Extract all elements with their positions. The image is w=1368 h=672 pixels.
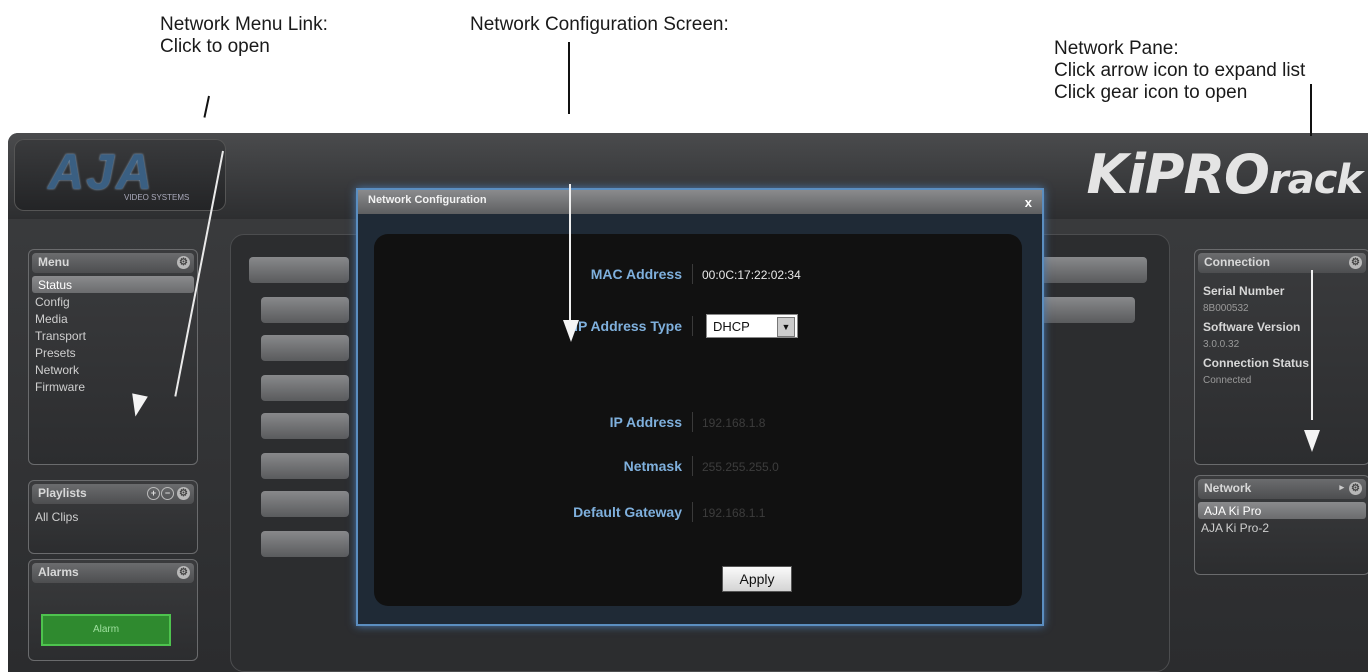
gear-icon[interactable]: ⚙ (177, 566, 190, 579)
content-row (1031, 257, 1147, 283)
connection-status-label: Connection Status (1203, 356, 1310, 370)
serial-number-value: 8B000532 (1203, 303, 1249, 314)
playlists-panel: Playlists + − ⚙ All Clips (28, 480, 198, 554)
menu-panel-header: Menu ⚙ (32, 253, 194, 273)
product-suffix: rack (1268, 157, 1363, 203)
network-pane-header: Network ▸ ⚙ (1198, 479, 1366, 499)
product-logo: KiPROrack (1086, 143, 1363, 206)
network-pane-title: Network (1204, 481, 1252, 495)
menu-panel: Menu ⚙ Status Config Media Transport Pre… (28, 249, 198, 465)
content-row (249, 257, 349, 283)
playlists-title: Playlists (38, 486, 87, 500)
serial-number-label: Serial Number (1203, 284, 1285, 298)
content-row (261, 453, 349, 479)
ip-address-type-select[interactable]: DHCP ▼ (706, 314, 798, 338)
arrowhead (1304, 430, 1320, 452)
connection-panel: Connection ⚙ Serial Number 8B000532 Soft… (1194, 249, 1368, 465)
menu-item-presets[interactable]: Presets (29, 344, 197, 361)
default-gateway-label: Default Gateway (573, 504, 682, 520)
leader-line (568, 42, 570, 114)
content-row (261, 531, 349, 557)
network-configuration-dialog: Network Configuration x MAC Address 00:0… (356, 188, 1044, 626)
callout-network-config: Network Configuration Screen: (470, 14, 729, 35)
content-row (261, 375, 349, 401)
chevron-down-icon[interactable]: ▼ (777, 317, 795, 337)
product-name: KiPRO (1086, 143, 1270, 206)
leader-line (1311, 270, 1313, 420)
alarms-panel: Alarms ⚙ Alarm (28, 559, 198, 661)
menu-item-status[interactable]: Status (32, 276, 194, 293)
apply-button[interactable]: Apply (722, 566, 792, 592)
expand-arrow-icon[interactable]: ▸ (1339, 482, 1344, 493)
dialog-title-bar: Network Configuration x (358, 190, 1042, 214)
leader-line (569, 184, 571, 324)
mac-address-label: MAC Address (590, 266, 682, 282)
network-item-aja-ki-pro[interactable]: AJA Ki Pro (1198, 502, 1366, 519)
callout-network-menu: Network Menu Link: Click to open (160, 14, 328, 57)
aja-logo: AJA VIDEO SYSTEMS (14, 139, 226, 211)
playlist-item-all-clips[interactable]: All Clips (29, 508, 197, 525)
close-icon[interactable]: x (1025, 195, 1032, 210)
ip-address-type-value: DHCP (713, 319, 750, 334)
content-row (261, 413, 349, 439)
app-window: AJA VIDEO SYSTEMS KiPROrack Menu ⚙ Statu… (8, 133, 1368, 672)
alarms-panel-header: Alarms ⚙ (32, 563, 194, 583)
gear-icon[interactable]: ⚙ (1349, 256, 1362, 269)
separator (692, 502, 693, 522)
ip-address-value: 192.168.1.8 (702, 416, 766, 430)
software-version-label: Software Version (1203, 320, 1301, 334)
leader-line (203, 95, 210, 118)
software-version-value: 3.0.0.32 (1203, 339, 1240, 350)
netmask-label: Netmask (623, 458, 682, 474)
network-pane: Network ▸ ⚙ AJA Ki Pro AJA Ki Pro-2 (1194, 475, 1368, 575)
add-playlist-icon[interactable]: + (147, 487, 160, 500)
separator (692, 264, 693, 284)
connection-title: Connection (1204, 255, 1270, 269)
menu-item-firmware[interactable]: Firmware (29, 378, 197, 395)
network-item-aja-ki-pro-2[interactable]: AJA Ki Pro-2 (1195, 519, 1368, 536)
separator (692, 412, 693, 432)
ip-address-label: IP Address (609, 414, 682, 430)
callout-network-pane: Network Pane: Click arrow icon to expand… (1054, 38, 1306, 103)
alarm-status-indicator: Alarm (41, 614, 171, 646)
connection-panel-header: Connection ⚙ (1198, 253, 1366, 273)
remove-playlist-icon[interactable]: − (161, 487, 174, 500)
netmask-value: 255.255.255.0 (702, 460, 779, 474)
gear-icon[interactable]: ⚙ (177, 487, 190, 500)
menu-item-network[interactable]: Network (29, 361, 197, 378)
content-row (1031, 297, 1135, 323)
content-row (261, 491, 349, 517)
menu-item-media[interactable]: Media (29, 310, 197, 327)
content-row (261, 335, 349, 361)
dialog-body: MAC Address 00:0C:17:22:02:34 IP Address… (374, 234, 1022, 606)
gear-icon[interactable]: ⚙ (1349, 482, 1362, 495)
alarms-title: Alarms (38, 565, 79, 579)
ip-address-type-label: IP Address Type (574, 318, 682, 334)
menu-item-config[interactable]: Config (29, 293, 197, 310)
arrowhead (563, 320, 579, 342)
mac-address-value: 00:0C:17:22:02:34 (702, 268, 801, 282)
menu-item-transport[interactable]: Transport (29, 327, 197, 344)
content-row (261, 297, 349, 323)
leader-line (1310, 84, 1312, 136)
connection-status-value: Connected (1203, 375, 1252, 386)
separator (692, 456, 693, 476)
playlists-panel-header: Playlists + − ⚙ (32, 484, 194, 504)
separator (692, 316, 693, 336)
dialog-title: Network Configuration (368, 194, 487, 206)
default-gateway-value: 192.168.1.1 (702, 506, 766, 520)
menu-title: Menu (38, 255, 70, 269)
logo-subtitle: VIDEO SYSTEMS (124, 193, 190, 202)
gear-icon[interactable]: ⚙ (177, 256, 190, 269)
